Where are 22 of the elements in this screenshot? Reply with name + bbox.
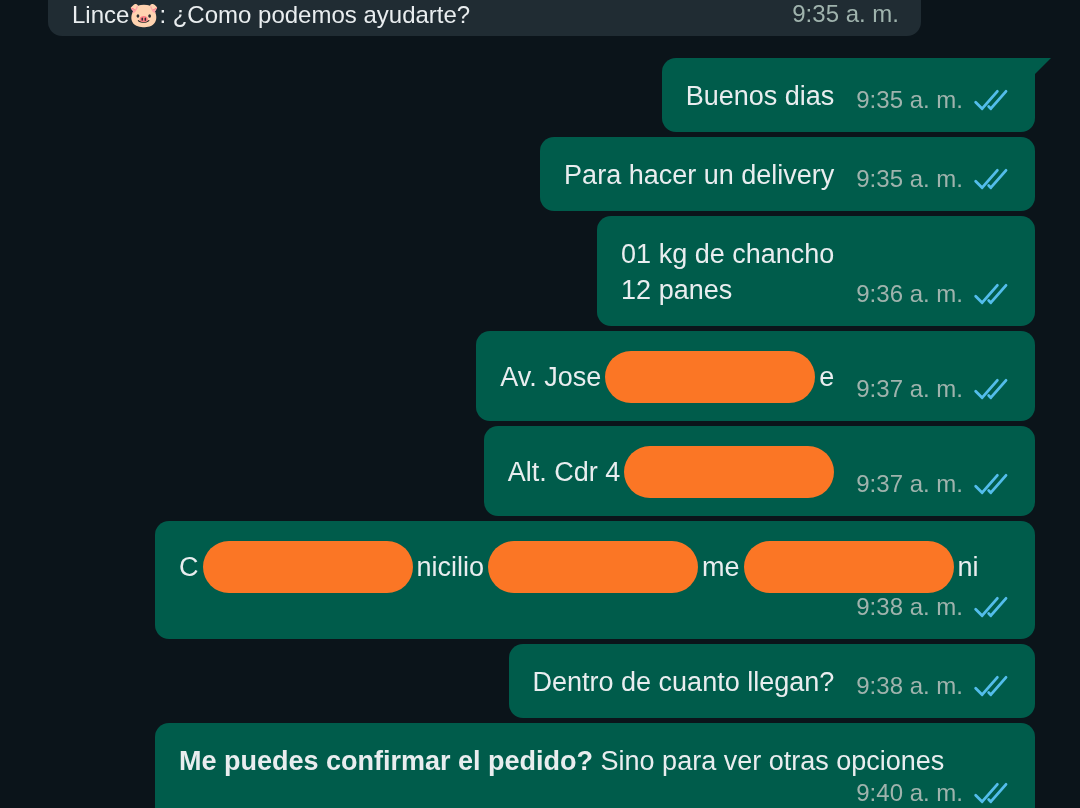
message-time: 9:37 a. m. (856, 375, 963, 403)
message-time: 9:35 a. m. (856, 86, 963, 114)
message-text: Dentro de cuanto llegan? (532, 666, 835, 699)
message-time: 9:35 a. m. (792, 0, 899, 28)
message-text: Alt. Cdr 4 (507, 456, 621, 489)
message-text: nicilio (416, 551, 485, 584)
message-time: 9:35 a. m. (856, 165, 963, 193)
message-text: 01 kg de chancho 12 panes (621, 238, 835, 307)
message-text: Para hacer un delivery (564, 159, 835, 192)
message-text: e (819, 361, 835, 394)
message-time: 9:36 a. m. (856, 280, 963, 308)
message-text: Lince🐷: ¿Como podemos ayudarte? (72, 2, 471, 28)
message-text: me (702, 551, 740, 584)
message-text: C (179, 551, 199, 584)
message-time: 9:40 a. m. (856, 779, 963, 807)
message-time: 9:38 a. m. (856, 672, 963, 700)
message-time: 9:37 a. m. (856, 470, 963, 498)
message-text: ni (957, 551, 979, 584)
message-time: 9:38 a. m. (856, 593, 963, 621)
message-text: Av. Jose (500, 361, 602, 394)
message-text: Buenos dias (685, 80, 835, 113)
message-text: Me puedes confirmar el pedido? Sino para ver otras opciones (179, 745, 945, 778)
